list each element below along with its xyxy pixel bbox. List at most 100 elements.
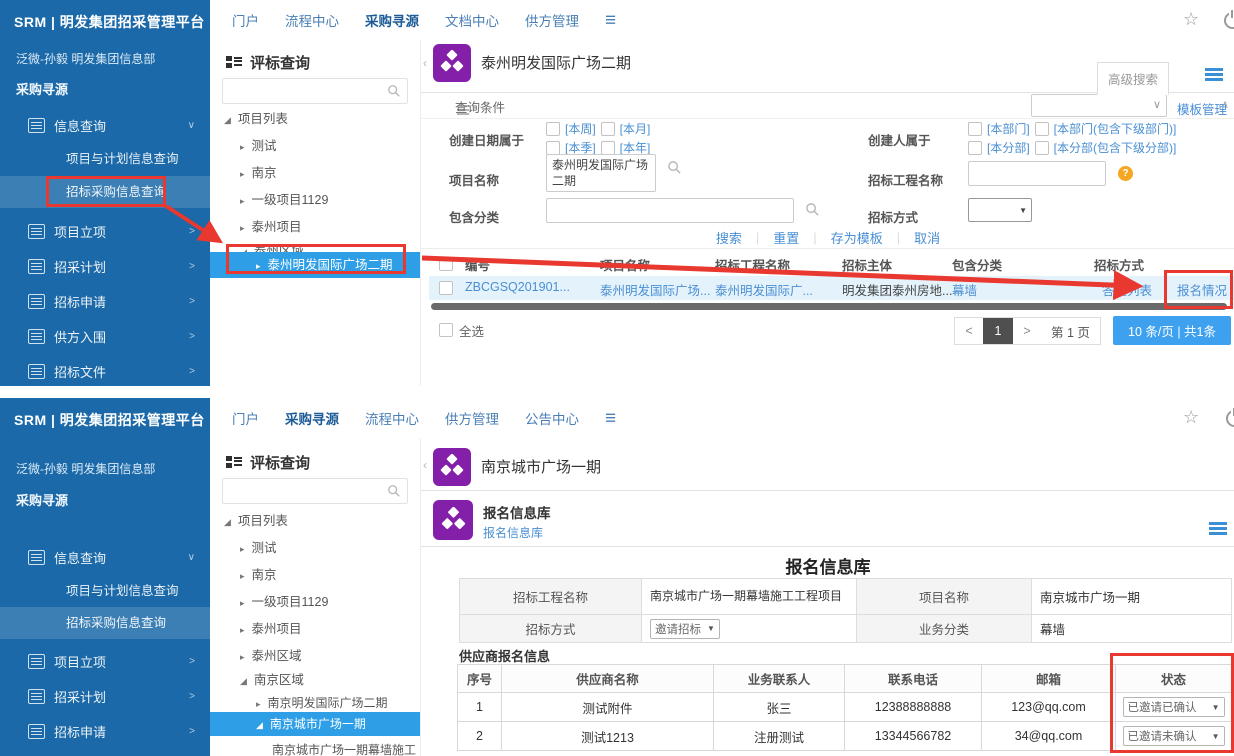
sidebar-item-info-query[interactable]: 信息查询 ∨ — [0, 108, 210, 142]
caret-collapsed-icon[interactable]: ▸ — [240, 196, 245, 206]
select-all-header-checkbox[interactable] — [439, 257, 453, 271]
row-project-link[interactable]: 泰州明发国际广场... — [600, 280, 710, 299]
panel-collapse-icon[interactable]: ‹ — [423, 56, 427, 70]
caret-collapsed-icon[interactable]: ▸ — [240, 223, 245, 233]
sidebar-subitem-tender-procurement-query[interactable]: 招标采购信息查询 — [0, 176, 210, 208]
caret-expanded-icon[interactable]: ◢ — [256, 720, 263, 730]
nav-item-supplier-mgmt[interactable]: 供方管理 — [445, 408, 499, 428]
nav-item-sourcing[interactable]: 采购寻源 — [285, 408, 339, 428]
sidebar-subitem-tender-procurement-query[interactable]: 招标采购信息查询 — [0, 607, 210, 639]
tree-root[interactable]: ◢项目列表 — [210, 106, 420, 132]
view-list-icon[interactable] — [1209, 522, 1227, 535]
tree-node[interactable]: ▸测试 — [210, 535, 420, 561]
tree-node[interactable]: ▸测试 — [210, 133, 420, 159]
status-select[interactable]: 已邀请已确认 ▼ — [1123, 697, 1225, 717]
prev-page-button[interactable]: < — [955, 318, 983, 344]
nav-item-process-center[interactable]: 流程中心 — [365, 408, 419, 428]
nav-item-announcement-center[interactable]: 公告中心 — [525, 408, 579, 428]
nav-item-sourcing[interactable]: 采购寻源 — [365, 10, 419, 30]
checkbox[interactable] — [601, 141, 615, 155]
option-label[interactable]: [本月] — [620, 120, 651, 137]
row-category-link[interactable]: 幕墙 — [952, 280, 977, 299]
caret-collapsed-icon[interactable]: ▸ — [240, 652, 245, 662]
tree-node-selected[interactable]: ▸泰州明发国际广场二期 — [210, 252, 420, 278]
search-button[interactable]: 搜索 — [716, 228, 742, 247]
template-select[interactable]: ∨ — [1031, 94, 1167, 117]
tree-node[interactable]: ▸南京 — [210, 160, 420, 186]
project-name-input[interactable]: 泰州明发国际广场二期 — [546, 154, 656, 192]
cancel-button[interactable]: 取消 — [914, 228, 940, 247]
option-label[interactable]: [本周] — [565, 120, 596, 137]
caret-expanded-icon[interactable]: ◢ — [224, 517, 231, 527]
sidebar-item-supplier-shortlist[interactable]: 供方入围 > — [0, 319, 210, 353]
tender-method-select[interactable]: 邀请招标 ▼ — [650, 619, 720, 639]
option-label[interactable]: [本分部] — [987, 139, 1030, 156]
menu-icon[interactable]: ≡ — [605, 11, 616, 30]
caret-collapsed-icon[interactable]: ▸ — [240, 544, 245, 554]
sidebar-item-procurement-plan[interactable]: 招采计划 > — [0, 249, 210, 283]
option-label[interactable]: [本部门(包含下级部门)] — [1054, 120, 1177, 137]
favorite-star-icon[interactable]: ☆ — [1183, 9, 1199, 30]
row-checkbox[interactable] — [439, 281, 453, 295]
checkbox[interactable] — [546, 122, 560, 136]
checkbox[interactable] — [968, 122, 982, 136]
option-label[interactable]: [本部门] — [987, 120, 1030, 137]
tree-node[interactable]: ▸泰州项目 — [210, 616, 420, 642]
row-code-link[interactable]: ZBCGSQ201901... — [465, 280, 570, 294]
menu-icon[interactable]: ≡ — [605, 409, 616, 428]
logout-power-icon[interactable] — [1226, 410, 1234, 427]
checkbox[interactable] — [1035, 122, 1049, 136]
page-size-button[interactable]: 10 条/页 | 共1条 — [1113, 316, 1231, 345]
nav-item-supplier-mgmt[interactable]: 供方管理 — [525, 10, 579, 30]
search-icon[interactable] — [805, 202, 820, 217]
sidebar-item-project-setup[interactable]: 项目立项 > — [0, 644, 210, 678]
tree-leaf[interactable]: 南京城市广场一期幕墙施工 — [210, 737, 420, 756]
advanced-search-button[interactable]: 高级搜索 — [1097, 62, 1169, 95]
checkbox[interactable] — [601, 122, 615, 136]
row-signup-status-link[interactable]: 报名情况 — [1177, 280, 1227, 299]
table-row[interactable]: 1 测试附件 张三 12388888888 123@qq.com 已邀请已确认 … — [458, 693, 1232, 722]
tree-node[interactable]: ▸泰州项目 — [210, 214, 420, 240]
caret-expanded-icon[interactable]: ◢ — [224, 115, 231, 125]
sidebar-item-procurement-plan[interactable]: 招采计划 > — [0, 679, 210, 713]
caret-collapsed-icon[interactable]: ▸ — [240, 571, 245, 581]
select-all-checkbox[interactable] — [439, 323, 453, 337]
sidebar-subitem-project-plan-query[interactable]: 项目与计划信息查询 — [0, 575, 210, 607]
favorite-star-icon[interactable]: ☆ — [1183, 407, 1199, 428]
sidebar-section-sourcing[interactable]: 采购寻源 — [16, 490, 68, 509]
reset-button[interactable]: 重置 — [773, 228, 799, 247]
sidebar-item-info-query[interactable]: 信息查询 ∨ — [0, 540, 210, 574]
row-tender-link[interactable]: 泰州明发国际广... — [715, 280, 813, 299]
caret-collapsed-icon[interactable]: ▸ — [256, 699, 261, 709]
tree-search-input[interactable] — [222, 78, 408, 104]
checkbox[interactable] — [546, 141, 560, 155]
tender-name-input[interactable] — [968, 161, 1106, 186]
row-qa-list-link[interactable]: 答疑列表 — [1102, 280, 1152, 299]
option-label[interactable]: [本分部(包含下级分部)] — [1054, 139, 1177, 156]
tree-search-input[interactable] — [222, 478, 408, 504]
section-breadcrumb-link[interactable]: 报名信息库 — [483, 524, 543, 541]
help-icon[interactable]: ? — [1118, 166, 1133, 181]
tree-node-selected[interactable]: ◢南京城市广场一期 — [210, 712, 420, 736]
caret-collapsed-icon[interactable]: ▸ — [240, 169, 245, 179]
sidebar-item-project-setup[interactable]: 项目立项 > — [0, 214, 210, 248]
checkbox[interactable] — [1035, 141, 1049, 155]
sidebar-section-sourcing[interactable]: 采购寻源 — [16, 79, 68, 98]
nav-item-portal[interactable]: 门户 — [232, 10, 259, 30]
sidebar-item-supplier-shortlist[interactable]: 供方入围 > — [0, 748, 210, 756]
save-template-button[interactable]: 存为模板 — [831, 228, 883, 247]
nav-item-process-center[interactable]: 流程中心 — [285, 10, 339, 30]
caret-collapsed-icon[interactable]: ▸ — [240, 598, 245, 608]
sidebar-item-tender-docs[interactable]: 招标文件 > — [0, 354, 210, 386]
caret-expanded-icon[interactable]: ◢ — [240, 676, 247, 686]
current-page[interactable]: 1 — [983, 318, 1013, 344]
sidebar-subitem-project-plan-query[interactable]: 项目与计划信息查询 — [0, 143, 210, 175]
logout-power-icon[interactable] — [1224, 12, 1234, 29]
horizontal-scrollbar[interactable] — [431, 303, 1227, 310]
tree-root[interactable]: ◢项目列表 — [210, 508, 420, 534]
page-jump[interactable]: 第 1 页 — [1041, 318, 1100, 344]
tree-node[interactable]: ▸泰州区域 — [210, 643, 420, 669]
search-icon[interactable] — [667, 160, 682, 175]
template-manage-link[interactable]: 模板管理 — [1177, 99, 1227, 118]
tree-node[interactable]: ▸一级项目1129 — [210, 187, 420, 213]
